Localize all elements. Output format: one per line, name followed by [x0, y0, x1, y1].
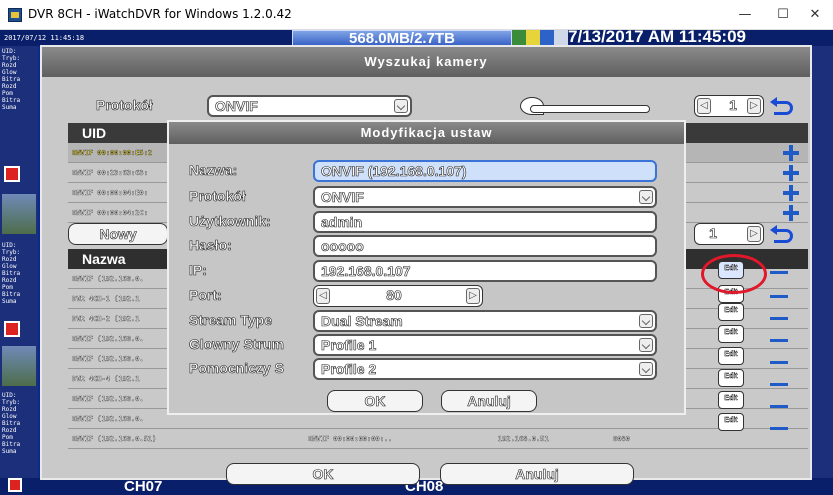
- protocol-select-value: ONVIF: [215, 98, 258, 115]
- edit-button[interactable]: Edit: [718, 325, 744, 343]
- protocol-label: Protokół: [96, 97, 153, 114]
- remove-icon[interactable]: [770, 427, 788, 430]
- camera-info-text-2: UID: Tryb: Rozd Glow Bitra Rozd Pom Bitr…: [2, 242, 21, 305]
- record-icon: [4, 166, 20, 182]
- camera-thumbnail[interactable]: [2, 194, 36, 234]
- main-stream-label: Glowny Strum: [189, 336, 285, 353]
- ip-input[interactable]: 192.168.0.107: [313, 260, 657, 282]
- edit-button[interactable]: Edit: [718, 413, 744, 431]
- record-icon-3: [8, 478, 22, 492]
- chevron-down-icon: [639, 362, 653, 376]
- user-label: Użytkownik:: [189, 213, 271, 230]
- maximize-button[interactable]: ☐: [768, 4, 798, 26]
- minimize-button[interactable]: —: [730, 4, 760, 26]
- name-row-ip: 192.168.0.51: [498, 435, 549, 443]
- page-stepper[interactable]: ◁ 1 ▷: [694, 95, 764, 117]
- search-cancel-button[interactable]: Anuluj: [440, 463, 634, 485]
- next-page-button[interactable]: ▷: [747, 98, 761, 114]
- stream-type-label: Stream Type: [189, 312, 273, 329]
- stream-type-select[interactable]: Dual Stream: [313, 310, 657, 332]
- page-stepper-2[interactable]: 1 ▷: [694, 223, 764, 245]
- user-input[interactable]: admin: [313, 211, 657, 233]
- protocol-label-mod: Protokół: [189, 188, 246, 205]
- add-camera-icon[interactable]: [783, 205, 799, 221]
- port-label: Port:: [189, 287, 222, 304]
- name-label: Nazwa:: [189, 162, 238, 179]
- add-camera-icon[interactable]: [783, 185, 799, 201]
- stream-type-value: Dual Stream: [321, 313, 403, 330]
- chevron-down-icon: [639, 314, 653, 328]
- app-logo-icon: [8, 8, 22, 22]
- search-ok-button[interactable]: OK: [226, 463, 420, 485]
- name-row-port: 8080: [613, 435, 630, 443]
- remove-icon[interactable]: [770, 361, 788, 364]
- name-row-label: ONVIF (192.168.0.51): [72, 435, 157, 443]
- port-decrease-button[interactable]: ◁: [316, 288, 330, 304]
- close-button[interactable]: ✕: [800, 4, 830, 26]
- edit-button[interactable]: Edit: [718, 391, 744, 409]
- modify-settings-dialog: Modyfikacja ustaw Nazwa: ONVIF (192.168.…: [167, 120, 686, 415]
- protocol-select-mod-value: ONVIF: [321, 189, 364, 206]
- left-camera-strip: UID: Tryb: Rozd Glow Bitra Rozd Pom Bitr…: [0, 46, 38, 495]
- remove-icon[interactable]: [770, 271, 788, 274]
- edit-button[interactable]: Edit: [718, 369, 744, 387]
- chevron-down-icon: [639, 190, 653, 204]
- password-input[interactable]: ooooo: [313, 235, 657, 257]
- dvr-status-bar: 2017/07/12 11:45:18 568.0MB/2.7TB 7/13/2…: [0, 27, 833, 46]
- camera-info-text: UID: Tryb: Rozd Glow Bitra Rozd Pom Bitr…: [2, 48, 21, 111]
- refresh-back-icon[interactable]: [770, 97, 793, 115]
- search-dialog-title: Wyszukaj kamery: [42, 47, 810, 77]
- sub-stream-select[interactable]: Profile 2: [313, 358, 657, 380]
- remove-icon[interactable]: [770, 383, 788, 386]
- dvr-clock: 7/13/2017 AM 11:45:09: [568, 27, 746, 46]
- page-number: 1: [729, 97, 737, 114]
- sub-stream-label: Pomocniczy S: [189, 360, 285, 377]
- modify-dialog-title: Modyfikacja ustaw: [169, 122, 684, 144]
- window-titlebar: DVR 8CH - iWatchDVR for Windows 1.2.0.42…: [0, 0, 833, 30]
- remove-icon[interactable]: [770, 317, 788, 320]
- add-camera-icon[interactable]: [783, 165, 799, 181]
- storage-indicator: 568.0MB/2.7TB: [292, 30, 512, 46]
- chevron-down-icon: [639, 338, 653, 352]
- record-icon-2: [4, 321, 20, 337]
- main-stream-select[interactable]: Profile 1: [313, 334, 657, 356]
- remove-icon[interactable]: [770, 339, 788, 342]
- port-value: 80: [386, 287, 402, 304]
- sub-stream-value: Profile 2: [321, 361, 377, 378]
- protocol-select[interactable]: ONVIF: [207, 95, 412, 117]
- channel-label-7: CH07: [124, 478, 163, 495]
- next-page-button-2[interactable]: ▷: [747, 226, 761, 242]
- modify-cancel-button[interactable]: Anuluj: [441, 390, 537, 412]
- port-increase-button[interactable]: ▷: [466, 288, 480, 304]
- camera-thumbnail-2[interactable]: [2, 346, 36, 386]
- chevron-down-icon: [394, 99, 408, 113]
- refresh-back-icon-2[interactable]: [770, 225, 793, 243]
- name-row[interactable]: ONVIF (192.168.0.51) ONVIF 00:00:00:00:.…: [68, 429, 808, 449]
- prev-page-button[interactable]: ◁: [697, 98, 711, 114]
- zoom-slider[interactable]: [530, 105, 650, 113]
- window-title: DVR 8CH - iWatchDVR for Windows 1.2.0.42: [28, 7, 292, 21]
- main-stream-value: Profile 1: [321, 337, 377, 354]
- modify-ok-button[interactable]: OK: [327, 390, 423, 412]
- dvr-timestamp: 2017/07/12 11:45:18: [4, 34, 85, 42]
- right-camera-strip: [812, 46, 833, 495]
- protocol-select-mod[interactable]: ONVIF: [313, 186, 657, 208]
- new-camera-button[interactable]: Nowy: [68, 223, 168, 245]
- ip-label: IP:: [189, 262, 207, 279]
- edit-button[interactable]: Edit: [718, 347, 744, 365]
- remove-icon[interactable]: [770, 295, 788, 298]
- page-number-2: 1: [709, 225, 717, 242]
- highlight-circle: [701, 254, 767, 294]
- add-camera-icon[interactable]: [783, 145, 799, 161]
- remove-icon[interactable]: [770, 405, 788, 408]
- password-label: Hasło:: [189, 237, 232, 254]
- camera-info-text-3: UID: Tryb: Rozd Glow Bitra Rozd Pom Bitr…: [2, 392, 21, 455]
- storage-color-bar: [512, 30, 568, 46]
- name-row-uid: ONVIF 00:00:00:00:..: [308, 435, 393, 443]
- edit-button[interactable]: Edit: [718, 303, 744, 321]
- port-stepper[interactable]: ◁ 80 ▷: [313, 285, 483, 307]
- name-input[interactable]: ONVIF (192.168.0.107): [313, 160, 657, 182]
